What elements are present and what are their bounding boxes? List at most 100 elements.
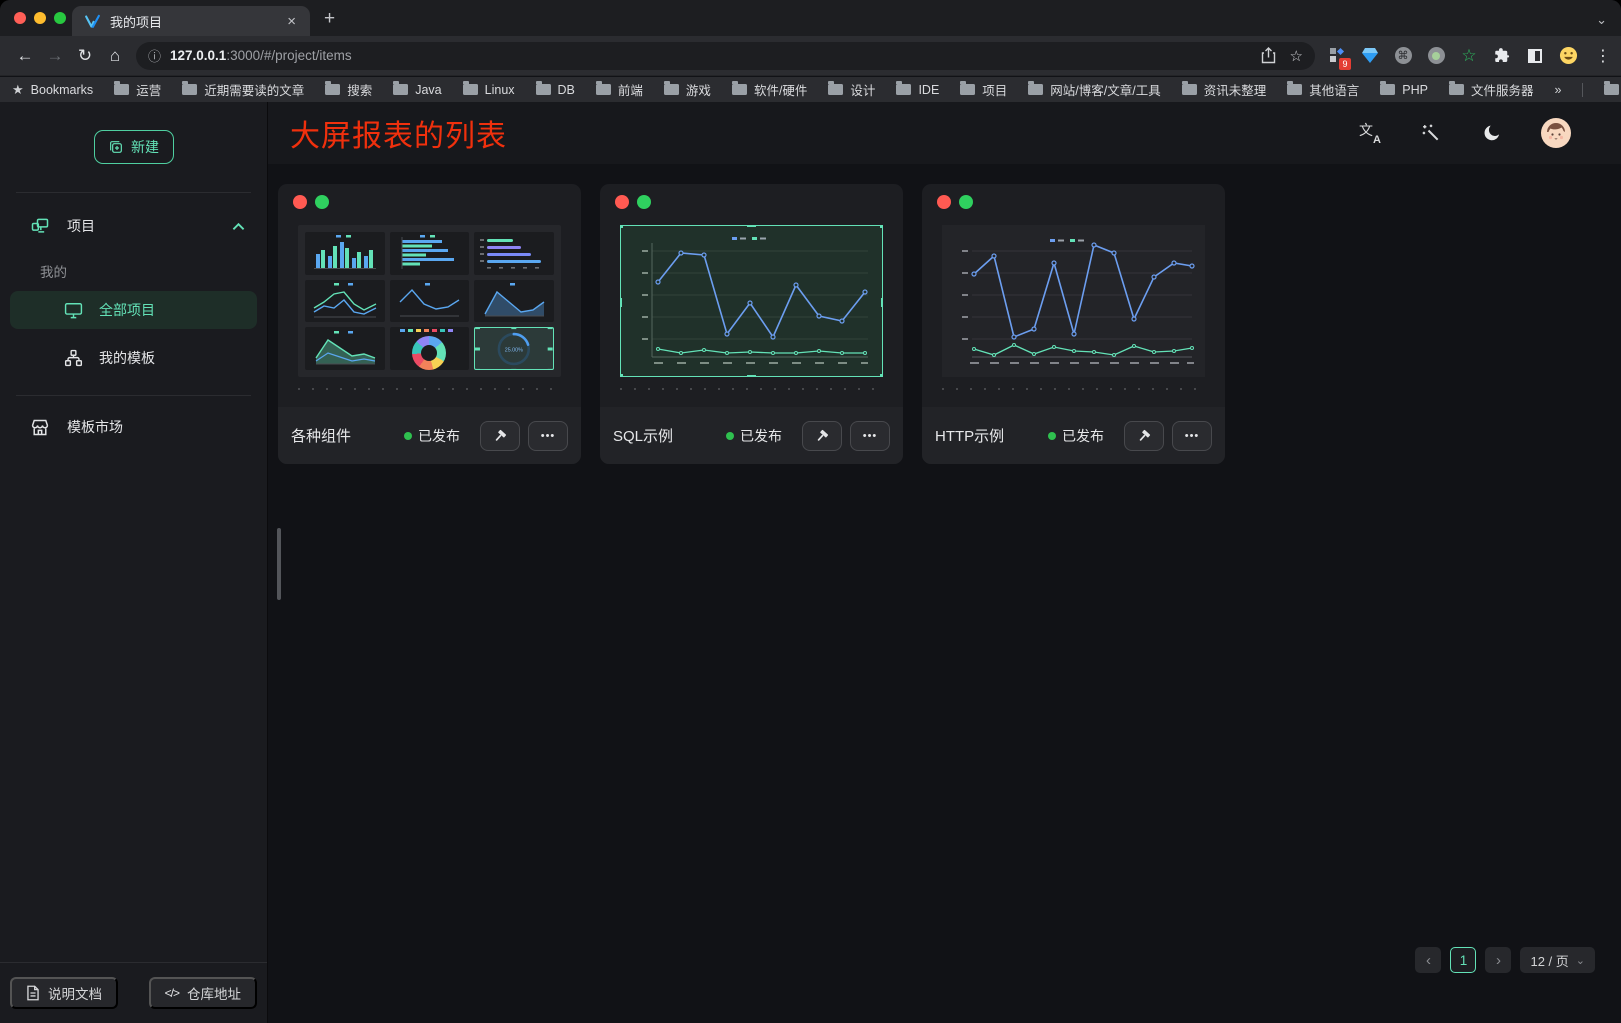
sidebar-section-project[interactable]: 项目 (0, 205, 267, 247)
emoji-extension-icon[interactable] (1558, 46, 1578, 66)
dark-mode-moon-icon[interactable] (1480, 121, 1504, 145)
tab-close-icon[interactable]: × (283, 12, 300, 31)
next-page-button[interactable]: › (1485, 947, 1511, 973)
other-bookmarks[interactable]: 其他书签 (1604, 80, 1621, 99)
star-extension-icon[interactable]: ☆ (1459, 46, 1479, 66)
language-icon[interactable]: 文 A (1358, 121, 1382, 145)
folder-icon (896, 84, 911, 95)
edit-project-button[interactable] (480, 421, 520, 451)
more-icon: ••• (541, 430, 556, 442)
forward-button[interactable]: → (40, 46, 70, 66)
bookmark-label: 项目 (982, 80, 1007, 99)
card-footer: SQL示例 已发布 ••• (600, 407, 903, 464)
folder-icon (463, 84, 478, 95)
bookmarks-overflow-icon[interactable]: » (1554, 83, 1561, 97)
folder-icon (1449, 84, 1464, 95)
bookmark-folder-java[interactable]: Java (393, 83, 441, 97)
prev-page-button[interactable]: ‹ (1415, 947, 1441, 973)
mini-bar-chart (305, 232, 385, 275)
current-page-button[interactable]: 1 (1450, 947, 1476, 973)
browser-tab[interactable]: 我的项目 × (72, 6, 310, 36)
back-button[interactable]: ← (10, 46, 40, 66)
share-icon[interactable] (1261, 47, 1276, 64)
folder-icon (536, 84, 551, 95)
extensions-puzzle-icon[interactable] (1492, 46, 1512, 66)
bookmark-label: 设计 (850, 80, 875, 99)
bookmark-folder-software[interactable]: 软件/硬件 (732, 80, 807, 99)
browser-menu-icon[interactable]: ⋮ (1595, 46, 1611, 66)
more-actions-button[interactable]: ••• (1172, 421, 1212, 451)
recorder-extension-icon[interactable] (1426, 46, 1446, 66)
new-tab-button[interactable]: + (324, 8, 335, 30)
folder-icon (393, 84, 408, 95)
sidebar-item-label: 全部项目 (99, 300, 155, 320)
edit-project-button[interactable] (1124, 421, 1164, 451)
repo-button[interactable]: </> 仓库地址 (149, 977, 257, 1009)
project-card-sql[interactable]: SQL示例 已发布 ••• (600, 184, 903, 464)
card-thumbnail-chart (942, 225, 1205, 377)
recorder-dot (1432, 52, 1440, 60)
folder-icon (1182, 84, 1197, 95)
green-dot (959, 195, 973, 209)
card-title: 各种组件 (291, 425, 404, 446)
bookmark-root[interactable]: ★ Bookmarks (12, 82, 93, 98)
hammer-icon (1136, 428, 1152, 444)
bookmark-folder-search[interactable]: 搜索 (325, 80, 372, 99)
command-extension-icon[interactable]: ⌘ (1393, 46, 1413, 66)
docs-button[interactable]: 说明文档 (10, 977, 118, 1009)
bookmark-folder-yunying[interactable]: 运营 (114, 80, 161, 99)
chevron-up-icon[interactable] (232, 222, 245, 231)
bookmark-folder-php[interactable]: PHP (1380, 83, 1428, 97)
site-info-icon[interactable]: ⓘ (148, 46, 161, 65)
mini-capsule-chart (474, 232, 554, 275)
folder-icon (732, 84, 747, 95)
address-bar[interactable]: ⓘ 127.0.0.1 :3000/#/project/items ☆ (136, 42, 1315, 70)
bookmark-label: 资讯未整理 (1204, 80, 1267, 99)
project-card-components[interactable]: 25.00% 各种组件 (278, 184, 581, 464)
more-actions-button[interactable]: ••• (528, 421, 568, 451)
sidebar-item-my-templates[interactable]: 我的模板 (10, 339, 257, 377)
minimize-window-button[interactable] (34, 12, 46, 24)
close-window-button[interactable] (14, 12, 26, 24)
page-size-select[interactable]: 12 / 页 ⌄ (1520, 947, 1595, 973)
home-button[interactable]: ⌂ (100, 46, 130, 66)
bookmark-folder-games[interactable]: 游戏 (664, 80, 711, 99)
folder-icon (325, 84, 340, 95)
scrollbar-thumb[interactable] (277, 528, 281, 600)
bookmark-folder-otherlang[interactable]: 其他语言 (1287, 80, 1359, 99)
bookmark-folder-frontend[interactable]: 前端 (596, 80, 643, 99)
sidebar-item-all-projects[interactable]: 全部项目 (10, 291, 257, 329)
sidebar-item-template-market[interactable]: 模板市场 (0, 406, 267, 448)
zoom-window-button[interactable] (54, 12, 66, 24)
project-card-http[interactable]: HTTP示例 已发布 ••• (922, 184, 1225, 464)
project-card-list: 25.00% 各种组件 (268, 164, 1621, 464)
bookmark-folder-db[interactable]: DB (536, 83, 575, 97)
bookmark-star-icon[interactable]: ☆ (1290, 47, 1303, 65)
goview-favicon (84, 13, 101, 30)
bookmark-folder-project[interactable]: 项目 (960, 80, 1007, 99)
dark-reader-extension-icon[interactable] (1525, 46, 1545, 66)
user-avatar[interactable] (1541, 118, 1571, 148)
tab-search-icon[interactable]: ⌄ (1596, 12, 1607, 28)
more-actions-button[interactable]: ••• (850, 421, 890, 451)
bookmark-folder-articles[interactable]: 近期需要读的文章 (182, 80, 304, 99)
bookmark-folder-ide[interactable]: IDE (896, 83, 939, 97)
bookmark-folder-linux[interactable]: Linux (463, 83, 515, 97)
bookmark-folder-news[interactable]: 资讯未整理 (1182, 80, 1267, 99)
bookmark-folder-design[interactable]: 设计 (828, 80, 875, 99)
magic-wand-icon[interactable] (1419, 121, 1443, 145)
card-dashed-divider (942, 388, 1205, 390)
proxy-extension-icon[interactable]: 9 (1327, 46, 1347, 66)
reload-button[interactable]: ↻ (70, 46, 100, 66)
new-project-button[interactable]: 新建 (94, 130, 174, 164)
header-icons: 文 A (1358, 118, 1571, 148)
status-dot (404, 432, 412, 440)
edit-project-button[interactable] (802, 421, 842, 451)
bookmark-folder-websites[interactable]: 网站/博客/文章/工具 (1028, 80, 1160, 99)
select-caret-icon: ⌄ (1576, 954, 1585, 967)
bookmark-folder-fileserver[interactable]: 文件服务器 (1449, 80, 1534, 99)
folder-icon (828, 84, 843, 95)
url-host: 127.0.0.1 (170, 48, 226, 63)
gem-extension-icon[interactable] (1360, 46, 1380, 66)
mini-donut-chart (390, 327, 470, 370)
